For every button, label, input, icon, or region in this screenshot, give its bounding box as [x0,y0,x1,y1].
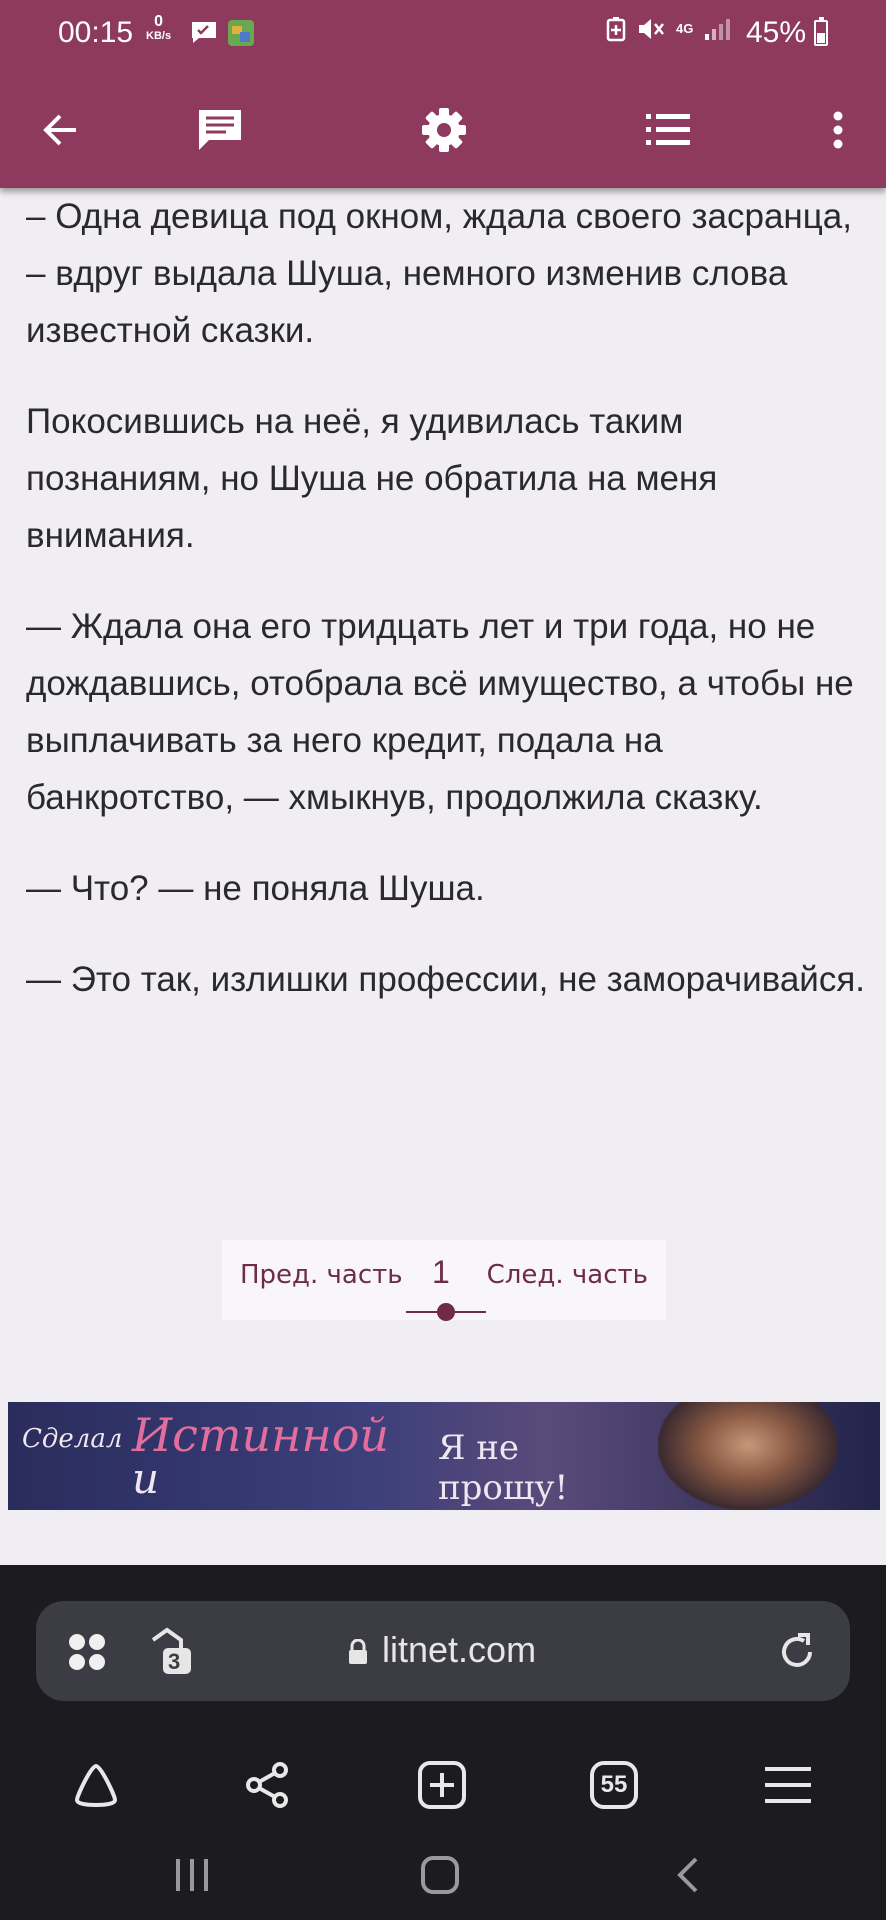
message-notification-icon [190,20,218,51]
settings-icon [422,108,466,152]
mute-icon [639,19,664,39]
home-square-icon [421,1856,459,1894]
status-right-icons: 4G [606,16,733,42]
network-type: 4G [676,21,694,36]
tabs-button[interactable]: 55 [574,1745,654,1825]
share-button[interactable] [228,1745,308,1825]
more-vert-icon [833,111,843,149]
battery-icon [814,17,828,46]
system-back-button[interactable] [648,1843,728,1907]
app-top-bar: 00:15 0 KB/s 4G 45% [0,0,886,188]
page-number[interactable]: 1 [432,1254,450,1291]
reload-icon [782,1633,812,1667]
paragraph: – Одна девица под окном, ждала своего за… [26,197,852,350]
battery-saver-icon [606,17,626,42]
signal-icon [705,19,731,40]
system-nav-bar [0,1835,886,1915]
game-notification-icon [226,18,256,48]
new-tab-button[interactable] [402,1745,482,1825]
reader-toolbar [0,92,886,168]
prev-part-link[interactable]: Пред. часть [240,1260,403,1290]
chapter-text: – Одна девица под окном, ждала своего за… [26,188,866,1042]
contents-list-icon [646,114,690,145]
recent-apps-icon [176,1859,208,1891]
chevron-left-icon [677,1857,698,1893]
comments-icon [199,110,241,150]
share-icon [246,1762,288,1808]
paragraph: Покосившись на неё, я удивилась таким по… [26,402,718,555]
recent-apps-button[interactable] [152,1843,232,1907]
more-options-button[interactable] [800,92,876,168]
banner-line3: Я не прощу! [438,1428,569,1508]
address-bar[interactable]: 3 litnet.com [36,1601,850,1701]
url-text[interactable]: litnet.com [382,1629,536,1671]
net-speed-unit: KB/s [146,30,172,42]
reload-button[interactable] [772,1627,822,1677]
tabs-count: 55 [600,1771,628,1798]
paragraph: — Что? — не поняла Шуша. [26,869,485,908]
status-time: 00:15 [58,16,134,49]
net-speed: 0 KB/s [146,13,172,43]
apps-grid-icon [69,1634,105,1670]
settings-button[interactable] [406,92,482,168]
battery-percent: 45% [746,16,807,49]
home-icon [74,1763,118,1808]
apps-grid-button[interactable] [64,1629,110,1675]
browser-nav-row: 55 [0,1725,886,1825]
contents-button[interactable] [630,92,706,168]
tab-group-count: 3 [168,1649,181,1674]
comments-button[interactable] [182,92,258,168]
next-part-link[interactable]: След. часть [487,1260,648,1290]
banner-line2: и изменил [132,1454,323,1510]
system-home-button[interactable] [400,1843,480,1907]
chapter-pager: Пред. часть 1 След. часть [222,1240,666,1321]
hamburger-menu-icon [765,1767,811,1803]
lock-icon [349,1639,367,1664]
net-speed-value: 0 [154,13,163,30]
banner-line1-small: Сделал [22,1424,123,1454]
status-bar: 00:15 0 KB/s 4G 45% [0,0,886,70]
paragraph: — Ждала она его тридцать лет и три года,… [26,607,854,817]
tab-groups-button[interactable]: 3 [146,1625,198,1677]
menu-button[interactable] [748,1745,828,1825]
add-tab-icon [418,1761,466,1809]
browser-bottom-bar: 3 litnet.com 55 [0,1565,886,1920]
reader-content: – Одна девица под окном, ждала своего за… [0,188,886,1753]
home-button[interactable] [56,1745,136,1825]
back-arrow-icon [43,114,76,146]
page-indicator [406,1303,486,1321]
paragraph: — Это так, излишки профессии, не заморач… [26,960,866,999]
banner-character-image [658,1402,838,1510]
back-button[interactable] [22,92,98,168]
ad-banner[interactable]: Сделал Истинной и изменил Я не прощу! [8,1402,880,1510]
